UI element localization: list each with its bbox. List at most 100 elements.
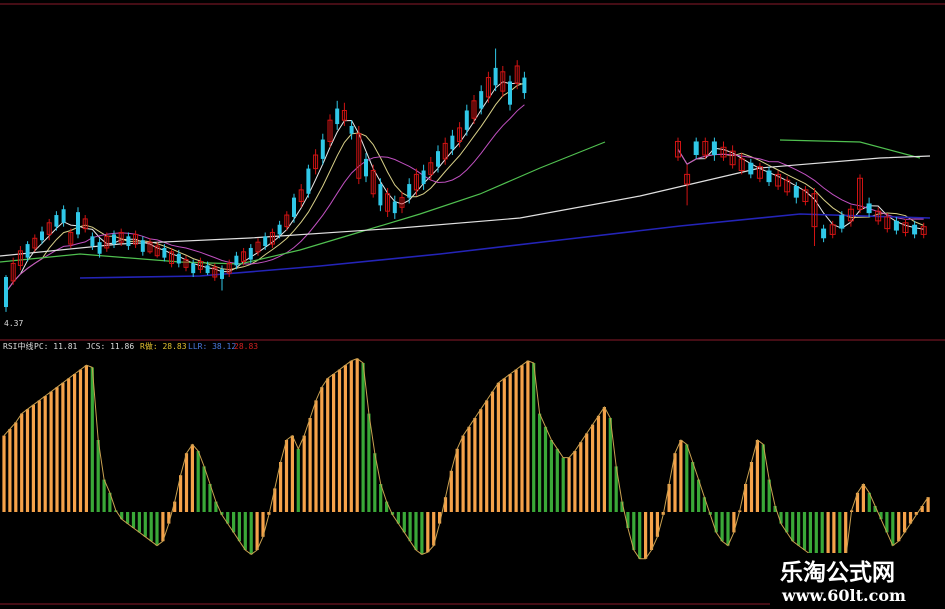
candle-body: [162, 247, 167, 258]
rsi-bar: [337, 369, 342, 512]
rsi-bar: [355, 358, 359, 512]
rsi-bar: [343, 365, 347, 512]
candle-body: [436, 151, 440, 167]
candle-body: [450, 135, 455, 150]
candle-body: [97, 242, 102, 254]
candle-body: [522, 77, 527, 94]
candle-body: [320, 139, 325, 159]
rsi-bar: [43, 396, 47, 512]
rsi-bar: [190, 444, 194, 512]
rsi-bar-series: [2, 358, 930, 561]
rsi-bar: [685, 444, 689, 512]
candle-body: [248, 247, 253, 260]
candle-body: [378, 184, 383, 206]
candle-body: [263, 236, 268, 247]
rsi-bar: [567, 457, 571, 512]
rsi-bar: [808, 512, 812, 555]
rsi-bar: [755, 440, 759, 512]
rsi-bar: [673, 453, 677, 512]
candle-body: [349, 125, 354, 134]
candle-body: [234, 255, 239, 266]
rsi-legend-pc: PC: 11.81: [34, 342, 78, 351]
candle-body: [176, 253, 181, 264]
rsi-bar: [861, 484, 865, 512]
rsi-bar: [826, 512, 830, 559]
rsi-bar: [402, 512, 406, 533]
rsi-bar: [626, 512, 630, 528]
rsi-bar: [749, 462, 754, 512]
candle-body: [140, 240, 145, 252]
watermark-title: 乐淘公式网: [780, 559, 895, 586]
rsi-legend: RSI中线 PC: 11.81 JCS: 11.86 R做: 28.83 LLR…: [3, 341, 258, 351]
rsi-bar: [538, 413, 542, 512]
rsi-bar: [326, 378, 330, 512]
rsi-bar: [649, 512, 654, 550]
rsi-bar: [90, 367, 94, 512]
rsi-bar: [691, 462, 695, 512]
rsi-bar: [367, 413, 371, 512]
rsi-bar: [496, 382, 500, 512]
rsi-bar: [73, 374, 77, 512]
rsi-bar: [414, 512, 418, 550]
rsi-bar: [573, 451, 577, 512]
rsi-bar: [490, 391, 495, 512]
rsi-bar: [296, 448, 300, 512]
ma60-line-right: [779, 139, 921, 159]
rsi-bar: [802, 512, 807, 550]
rsi-bar: [726, 512, 730, 546]
rsi-line: [3, 358, 929, 562]
candle-body: [421, 170, 426, 185]
rsi-bar: [143, 512, 147, 537]
candle-body: [220, 269, 224, 279]
rsi-bar: [78, 369, 83, 512]
rsi-bar: [37, 400, 41, 512]
rsi-bar: [184, 453, 189, 512]
candle-body: [464, 110, 469, 130]
rsi-legend-title: RSI中线: [3, 341, 33, 351]
rsi-bar: [237, 512, 241, 542]
candle-body: [748, 162, 754, 175]
candle-body: [407, 184, 412, 198]
rsi-bar: [479, 409, 483, 512]
rsi-bar: [8, 429, 12, 512]
rsi-legend-jcs: JCS: 11.86: [86, 342, 134, 351]
candle-body: [866, 203, 872, 214]
candle-body: [126, 236, 131, 247]
candle-body: [766, 170, 772, 183]
rsi-bar: [779, 512, 783, 524]
candle-body: [508, 81, 512, 105]
candle-body: [40, 231, 44, 241]
rsi-bar: [526, 360, 530, 512]
rsi-bar: [897, 512, 901, 542]
candle-body: [90, 236, 95, 247]
rsi-bar: [361, 363, 365, 512]
rsi-bar: [832, 512, 836, 559]
rsi-bar: [591, 424, 595, 512]
rsi-bar: [84, 365, 88, 512]
rsi-bar: [585, 433, 589, 512]
rsi-bar: [408, 512, 412, 542]
rsi-bar: [508, 374, 512, 512]
rsi-bar: [25, 409, 30, 512]
candle-body: [711, 141, 717, 156]
rsi-legend-value: 28.83: [234, 342, 258, 351]
rsi-bar: [785, 512, 789, 533]
rsi-bar: [426, 512, 430, 553]
rsi-bar: [137, 512, 141, 533]
ma20-line: [5, 104, 525, 293]
rsi-bar: [502, 378, 506, 512]
candle-body: [306, 168, 311, 194]
candle-body: [493, 67, 498, 86]
rsi-bar: [514, 369, 518, 512]
rsi-bar: [232, 512, 236, 533]
rsi-bar: [31, 404, 35, 512]
rsi-bar: [461, 435, 465, 512]
rsi-bar: [596, 415, 601, 512]
rsi-bar: [373, 453, 377, 512]
ma10-line: [5, 82, 525, 293]
rsi-bar: [420, 512, 424, 555]
rsi-bar: [2, 435, 6, 512]
rsi-bar: [284, 440, 289, 512]
rsi-bar: [279, 462, 283, 512]
candle-body: [912, 224, 918, 235]
